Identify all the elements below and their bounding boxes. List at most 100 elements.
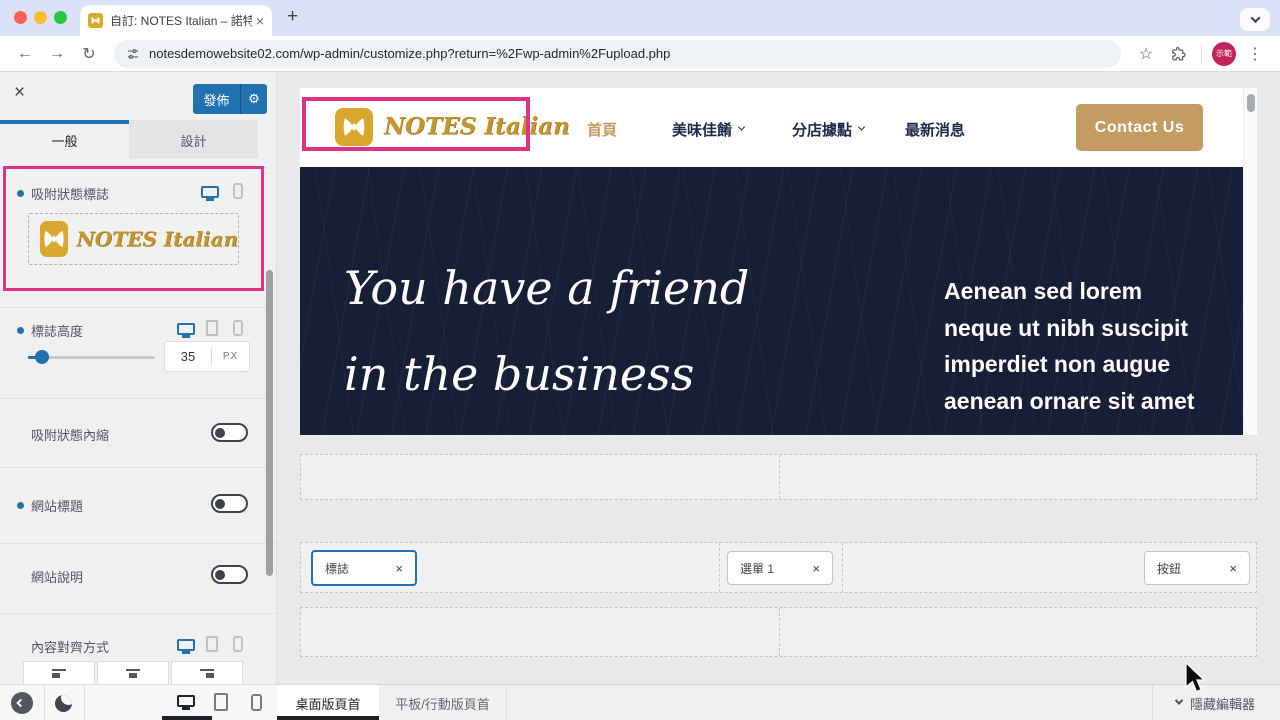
window-minimize-button[interactable] [34,11,47,24]
align-left-button[interactable] [23,661,95,684]
align-right-button[interactable] [171,661,243,684]
preview-desktop-button[interactable] [177,694,195,712]
preview-tablet-button[interactable] [214,693,228,716]
tab-mobile-header[interactable]: 平板/行動版頁首 [379,685,506,720]
builder-row-main[interactable]: 標誌 × 選單 1 × 按鈕 × [300,542,1257,593]
builder-chip-button[interactable]: 按鈕 × [1144,551,1250,585]
sidebar-scrollbar[interactable] [266,270,273,576]
preview-scrollbar-track[interactable] [1243,88,1257,435]
chip-label: 標誌 [325,560,349,577]
logo-height-value-box: PX [164,341,250,372]
builder-row-bottom[interactable] [300,607,1257,657]
browser-toolbar: ← → ↻ notesdemowebsite02.com/wp-admin/cu… [0,36,1280,72]
divider [0,543,277,544]
chevron-left-icon [16,699,24,707]
builder-chip-logo[interactable]: 標誌 × [311,550,417,586]
tab-general[interactable]: 一般 [0,120,129,158]
mobile-icon[interactable] [233,636,243,657]
sidebar-tabs: 一般 設計 [0,120,258,158]
sticky-shrink-toggle[interactable] [211,423,248,442]
sticky-logo-preview[interactable]: NOTES Italian [28,213,239,265]
window-zoom-button[interactable] [54,11,67,24]
divider [0,467,277,468]
chevron-down-icon [858,123,865,130]
preview-scrollbar-thumb[interactable] [1247,94,1255,112]
contact-us-button[interactable]: Contact Us [1076,104,1203,151]
publish-button[interactable]: 發佈 [193,84,240,114]
hero-script-line2: in the business [344,347,694,401]
screen: 自訂: NOTES Italian – 諾特斯 × + ← → ↻ notesd… [0,0,1280,720]
desktop-icon[interactable] [201,185,219,203]
dark-mode-moon-icon[interactable] [55,695,72,712]
builder-row-top[interactable] [300,454,1257,500]
site-settings-icon[interactable] [126,47,140,61]
preview-area: NOTES Italian 首頁 美味佳餚 分店據點 最新消息 Contact … [277,72,1280,684]
tablet-icon[interactable] [206,320,218,341]
site-favicon-icon [88,13,103,28]
nav-cuisine[interactable]: 美味佳餚 [672,119,744,140]
chip-remove-icon[interactable]: × [1229,561,1237,576]
align-right-icon [200,669,214,684]
bookmark-star-icon[interactable]: ☆ [1133,44,1159,64]
nav-news-label: 最新消息 [905,119,965,140]
nav-home[interactable]: 首頁 [587,119,617,140]
align-center-button[interactable] [97,661,169,684]
chip-remove-icon[interactable]: × [812,561,820,576]
browser-menu-icon[interactable]: ⋮ [1242,44,1268,64]
browser-tab[interactable]: 自訂: NOTES Italian – 諾特斯 × [80,5,272,36]
nav-news[interactable]: 最新消息 [905,119,965,140]
hero-paragraph-line: aenean ornare sit amet [944,383,1195,420]
bottombar-divider [506,685,507,720]
reload-button[interactable]: ↻ [76,44,102,64]
nav-home-label: 首頁 [587,119,617,140]
hero-paragraph-line: neque ut nibh suscipit [944,310,1195,347]
preview-mobile-button[interactable] [251,694,262,716]
builder-cell-divider [779,608,780,656]
tab-desktop-header-label: 桌面版頁首 [295,694,360,713]
site-title-toggle[interactable] [211,494,248,513]
back-button[interactable]: ← [12,45,38,63]
window-chevron-button[interactable] [1240,8,1270,31]
customizer-close-button[interactable]: × [14,82,25,104]
logo-height-label: 標誌高度 [31,321,83,340]
logo-height-slider-handle[interactable] [35,350,49,364]
forward-button[interactable]: → [44,45,70,63]
collapse-sidebar-button[interactable] [11,692,33,714]
site-tagline-toggle[interactable] [211,565,248,584]
extensions-icon[interactable] [1165,45,1191,62]
logo-bowtie-icon [40,221,68,257]
modified-dot [17,502,24,509]
builder-chip-menu[interactable]: 選單 1 × [727,551,833,585]
chevron-down-icon [1250,13,1260,23]
profile-avatar[interactable]: 示範 [1212,42,1236,66]
mobile-icon[interactable] [233,183,243,204]
tab-desktop-header[interactable]: 桌面版頁首 [277,685,379,720]
align-center-icon [126,669,140,684]
site-logo-bowtie-icon[interactable] [335,108,373,146]
builder-cell-divider [842,543,843,592]
url-bar[interactable]: notesdemowebsite02.com/wp-admin/customiz… [114,40,1121,68]
window-close-button[interactable] [14,11,27,24]
tab-design[interactable]: 設計 [129,120,258,157]
desktop-icon[interactable] [177,322,195,340]
chip-remove-icon[interactable]: × [395,561,403,576]
desktop-icon[interactable] [177,638,195,656]
tab-close-icon[interactable]: × [256,13,264,29]
mobile-icon[interactable] [233,320,243,341]
logo-height-input[interactable] [165,349,211,364]
chevron-down-icon [738,123,745,130]
nav-locations[interactable]: 分店據點 [792,119,864,140]
chip-label: 按鈕 [1157,560,1181,577]
sidebar-footer [0,684,277,720]
chevron-down-icon [1175,696,1183,704]
footer-divider [44,685,45,720]
site-preview: NOTES Italian 首頁 美味佳餚 分店據點 最新消息 Contact … [300,88,1243,435]
publish-settings-gear-icon[interactable]: ⚙ [240,84,267,114]
site-logo-text[interactable]: NOTES Italian [384,113,570,140]
tablet-icon[interactable] [206,636,218,657]
hero-paragraph: Aenean sed lorem neque ut nibh suscipit … [944,273,1195,419]
hide-editor-button[interactable]: 隱藏編輯器 [1176,685,1255,720]
modified-dot [17,190,24,197]
new-tab-button[interactable]: + [287,6,298,28]
browser-tab-strip: 自訂: NOTES Italian – 諾特斯 × + [0,0,1280,36]
